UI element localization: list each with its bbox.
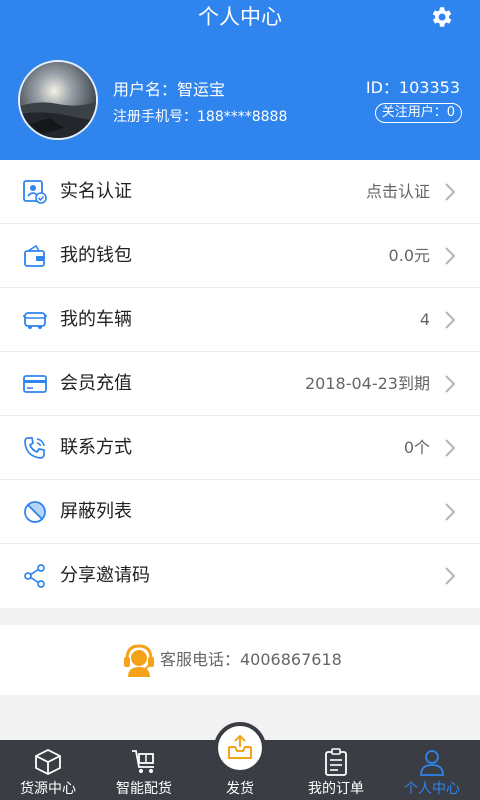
- menu-label: 分享邀请码: [60, 565, 150, 586]
- menu-item-block-list[interactable]: 屏蔽列表: [0, 480, 480, 544]
- tab-label: 个人中心: [404, 781, 460, 797]
- chevron-right-icon: [444, 310, 456, 330]
- menu-value: 0.0元: [388, 246, 430, 265]
- id-card-icon: [22, 179, 48, 205]
- menu-item-membership-recharge[interactable]: 会员充值 2018-04-23到期: [0, 352, 480, 416]
- menu-item-share-invite-code[interactable]: 分享邀请码: [0, 544, 480, 608]
- menu-value: 2018-04-23到期: [305, 374, 430, 393]
- box-icon: [34, 748, 62, 776]
- chevron-right-icon: [444, 502, 456, 522]
- follow-users-badge[interactable]: 关注用户：0: [374, 103, 462, 123]
- clipboard-icon: [322, 748, 350, 776]
- profile-header: 个人中心 用户名：智运宝 注册手机号：188****8888 ID：103353…: [0, 0, 480, 160]
- wallet-icon: [22, 243, 48, 269]
- chevron-right-icon: [444, 374, 456, 394]
- menu-item-vehicles[interactable]: 我的车辆 4: [0, 288, 480, 352]
- gear-icon[interactable]: [428, 4, 454, 30]
- upload-tray-icon: [228, 734, 252, 759]
- menu-label: 我的车辆: [60, 309, 132, 330]
- menu-value: 4: [419, 310, 430, 329]
- registered-phone: 注册手机号：188****8888: [113, 109, 288, 125]
- tab-label: 货源中心: [20, 781, 76, 797]
- username: 用户名：智运宝: [113, 80, 226, 99]
- tab-my-orders[interactable]: 我的订单: [288, 740, 384, 800]
- profile-menu: 实名认证 点击认证 我的钱包 0.0元 我的车辆 4 会员充值 2018-04-…: [0, 160, 480, 608]
- menu-label: 会员充值: [60, 373, 132, 394]
- tab-label: 我的订单: [308, 781, 364, 797]
- block-icon: [22, 499, 48, 525]
- menu-label: 联系方式: [60, 437, 132, 458]
- menu-label: 屏蔽列表: [60, 501, 132, 522]
- user-id: ID：103353: [365, 78, 460, 97]
- phone-icon: [22, 435, 48, 461]
- chevron-right-icon: [444, 438, 456, 458]
- tab-smart-matching[interactable]: 智能配货: [96, 740, 192, 800]
- tab-personal-center[interactable]: 个人中心: [384, 740, 480, 800]
- tab-cargo-center[interactable]: 货源中心: [0, 740, 96, 800]
- menu-item-real-name-auth[interactable]: 实名认证 点击认证: [0, 160, 480, 224]
- customer-service-hotline[interactable]: 客服电话：4006867618: [0, 625, 480, 695]
- customer-service-icon: [122, 643, 156, 677]
- card-icon: [22, 371, 48, 397]
- tab-label: 发货: [226, 781, 254, 797]
- menu-value: 点击认证: [365, 182, 430, 201]
- chevron-right-icon: [444, 246, 456, 266]
- share-icon: [22, 563, 48, 589]
- cart-icon: [130, 748, 158, 776]
- ship-button[interactable]: [214, 722, 266, 774]
- truck-icon: [22, 307, 48, 333]
- chevron-right-icon: [444, 182, 456, 202]
- avatar[interactable]: [18, 60, 98, 140]
- hotline-text: 客服电话：4006867618: [160, 650, 342, 669]
- menu-item-wallet[interactable]: 我的钱包 0.0元: [0, 224, 480, 288]
- menu-label: 我的钱包: [60, 245, 132, 266]
- menu-value: 0个: [403, 438, 430, 457]
- menu-label: 实名认证: [60, 181, 132, 202]
- tab-label: 智能配货: [116, 781, 172, 797]
- chevron-right-icon: [444, 566, 456, 586]
- person-icon: [418, 748, 446, 776]
- menu-item-contact[interactable]: 联系方式 0个: [0, 416, 480, 480]
- page-title: 个人中心: [198, 5, 282, 29]
